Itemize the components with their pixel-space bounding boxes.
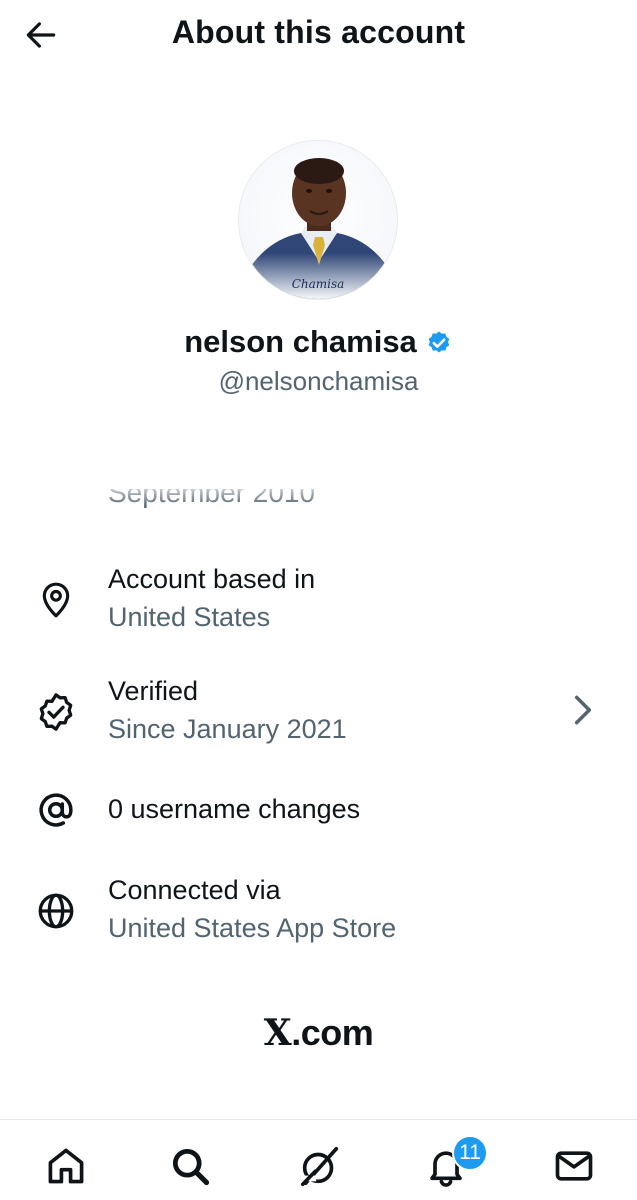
nav-search[interactable] bbox=[166, 1142, 214, 1190]
location-pin-icon bbox=[34, 578, 78, 622]
nav-grok[interactable] bbox=[296, 1142, 344, 1190]
at-sign-icon bbox=[34, 788, 78, 832]
verified-row[interactable]: Verified Since January 2021 bbox=[0, 672, 637, 752]
display-name: nelson chamisa bbox=[184, 324, 417, 359]
globe-icon bbox=[34, 889, 78, 933]
home-icon bbox=[48, 1148, 84, 1184]
name-row: nelson chamisa bbox=[0, 324, 637, 360]
nav-home[interactable] bbox=[42, 1142, 90, 1190]
verified-label: Verified bbox=[108, 676, 199, 706]
username-changes-label: 0 username changes bbox=[108, 794, 361, 824]
messages-icon bbox=[555, 1151, 593, 1181]
page-title: About this account bbox=[171, 14, 466, 50]
handle: @nelsonchamisa bbox=[218, 366, 419, 396]
chevron-right-icon[interactable] bbox=[566, 688, 600, 732]
connected-via-label: Connected via bbox=[108, 875, 281, 905]
nav-messages[interactable] bbox=[550, 1142, 598, 1190]
connected-via-value: United States App Store bbox=[108, 913, 397, 943]
x-com-brand: X.com bbox=[0, 1012, 637, 1054]
verified-seal-icon bbox=[34, 690, 78, 734]
account-based-in-label: Account based in bbox=[108, 564, 316, 594]
brand-suffix: .com bbox=[291, 1012, 374, 1053]
verified-since-value: Since January 2021 bbox=[108, 714, 347, 744]
bottom-nav bbox=[0, 1119, 637, 1200]
grok-icon bbox=[298, 1146, 339, 1187]
avatar-signature: Chamisa bbox=[291, 277, 345, 291]
verified-badge-icon bbox=[428, 331, 450, 353]
scroll-fade bbox=[0, 480, 637, 506]
notification-count-badge: 11 bbox=[452, 1135, 488, 1171]
avatar[interactable]: Chamisa bbox=[238, 140, 398, 300]
x-logo: X bbox=[263, 1012, 292, 1054]
account-based-in-value: United States bbox=[108, 602, 271, 632]
search-icon bbox=[172, 1148, 210, 1186]
top-bar: About this account bbox=[0, 0, 637, 70]
